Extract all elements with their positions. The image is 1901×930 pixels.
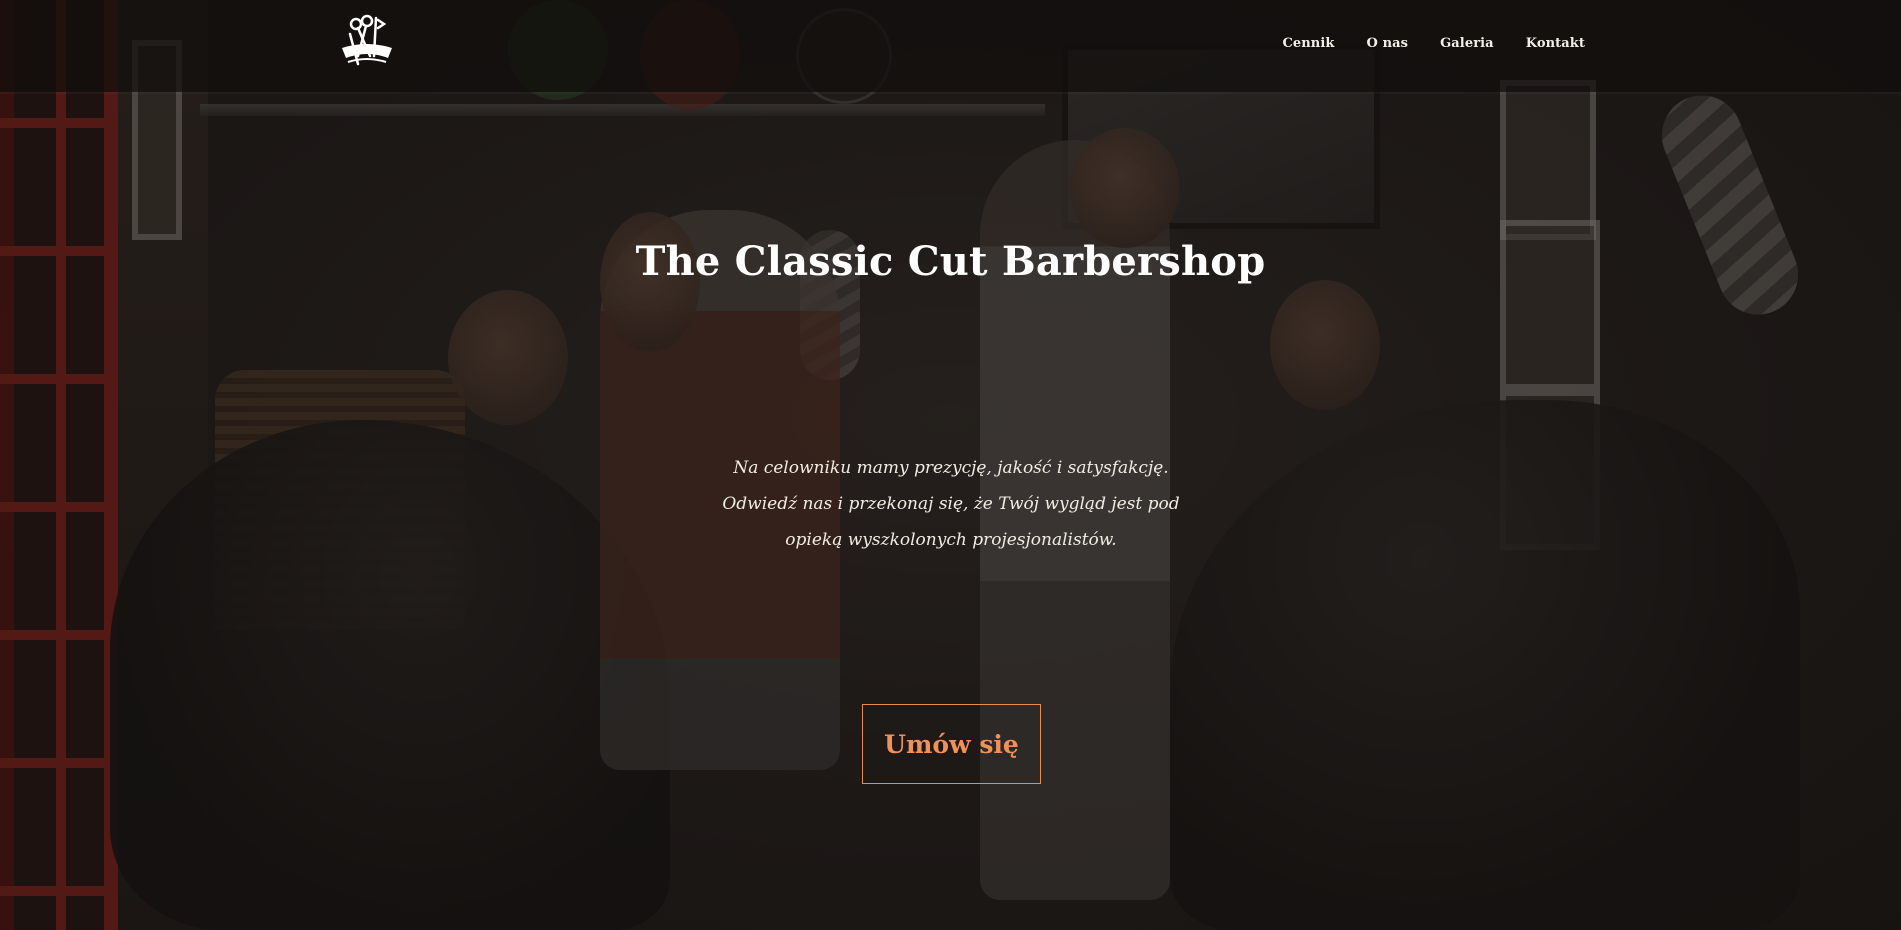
nav-menu: Cennik O nas Galeria Kontakt [1282, 36, 1585, 51]
nav-link-cennik[interactable]: Cennik [1282, 36, 1334, 51]
nav-link-kontakt[interactable]: Kontakt [1526, 36, 1585, 51]
nav-link-o-nas[interactable]: O nas [1367, 36, 1409, 51]
nav-link-galeria[interactable]: Galeria [1440, 36, 1494, 51]
hero-section: Cennik O nas Galeria Kontakt The Classic… [0, 0, 1901, 930]
hero-description: Na celowniku mamy prezycję, jakość i sat… [722, 458, 1180, 550]
navbar: Cennik O nas Galeria Kontakt [0, 0, 1901, 92]
logo-graphic [342, 14, 392, 66]
hero-title: The Classic Cut Barbershop [635, 238, 1266, 285]
book-appointment-button[interactable]: Umów się [862, 704, 1041, 784]
barbershop-scissors-logo-icon[interactable] [336, 12, 398, 74]
